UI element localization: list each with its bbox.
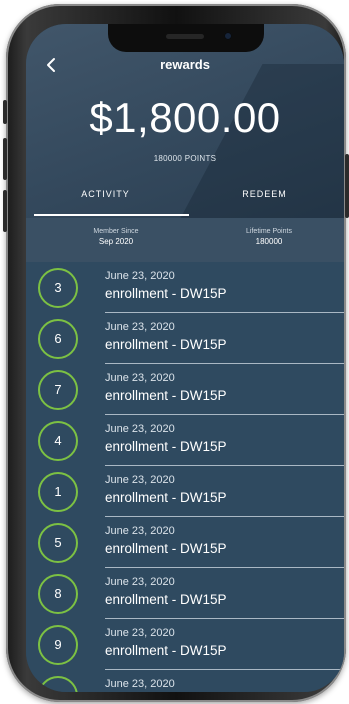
camera-icon bbox=[224, 32, 232, 40]
list-item[interactable]: 4 June 23, 2020 enrollment - DW15P bbox=[26, 415, 344, 466]
mute-switch bbox=[3, 100, 7, 124]
member-since-value: Sep 2020 bbox=[98, 237, 134, 246]
activity-badge: 1 bbox=[38, 472, 78, 512]
speaker-grille bbox=[166, 34, 204, 39]
tab-redeem[interactable]: REDEEM bbox=[185, 189, 344, 217]
rewards-header: rewards $1,800.00 180000 POINTS ACTIVITY… bbox=[26, 24, 344, 284]
list-item[interactable]: 6 June 23, 2020 enrollment - DW15P bbox=[26, 313, 344, 364]
power-button bbox=[345, 154, 349, 218]
activity-badge: 4 bbox=[38, 421, 78, 461]
activity-badge: 8 bbox=[38, 574, 78, 614]
activity-date: June 23, 2020 bbox=[105, 525, 175, 537]
activity-date: June 23, 2020 bbox=[105, 372, 175, 384]
list-item[interactable]: 5 June 23, 2020 enrollment - DW15P bbox=[26, 517, 344, 568]
list-item[interactable]: 8 June 23, 2020 enrollment - DW15P bbox=[26, 568, 344, 619]
volume-down-button bbox=[3, 190, 7, 232]
activity-date: June 23, 2020 bbox=[105, 474, 175, 486]
active-tab-indicator bbox=[34, 214, 189, 216]
lifetime-points-label: Lifetime Points bbox=[246, 228, 292, 235]
activity-description: enrollment - DW15P bbox=[105, 643, 227, 658]
activity-date: June 23, 2020 bbox=[105, 678, 175, 690]
activity-date: June 23, 2020 bbox=[105, 576, 175, 588]
activity-date: June 23, 2020 bbox=[105, 423, 175, 435]
activity-description: enrollment - DW15P bbox=[105, 592, 227, 607]
activity-description: enrollment - DW15P bbox=[105, 337, 227, 352]
app-screen: rewards $1,800.00 180000 POINTS ACTIVITY… bbox=[26, 24, 344, 692]
tab-activity[interactable]: ACTIVITY bbox=[26, 189, 185, 217]
activity-list: 3 June 23, 2020 enrollment - DW15P 6 Jun… bbox=[26, 262, 344, 692]
volume-up-button bbox=[3, 138, 7, 180]
activity-date: June 23, 2020 bbox=[105, 270, 175, 282]
activity-badge: 9 bbox=[38, 625, 78, 665]
rewards-amount: $1,800.00 bbox=[89, 94, 281, 141]
activity-date: June 23, 2020 bbox=[105, 321, 175, 333]
lifetime-points-value: 180000 bbox=[255, 237, 283, 246]
page-title: rewards bbox=[160, 57, 210, 72]
activity-description: enrollment - DW15P bbox=[105, 490, 227, 505]
list-item[interactable]: 7 June 23, 2020 enrollment - DW15P bbox=[26, 364, 344, 415]
phone-frame: rewards $1,800.00 180000 POINTS ACTIVITY… bbox=[3, 4, 349, 702]
list-item[interactable]: June 23, 2020 bbox=[26, 670, 344, 692]
list-item[interactable]: 9 June 23, 2020 enrollment - DW15P bbox=[26, 619, 344, 670]
activity-description: enrollment - DW15P bbox=[105, 388, 227, 403]
list-item[interactable]: 1 June 23, 2020 enrollment - DW15P bbox=[26, 466, 344, 517]
activity-description: enrollment - DW15P bbox=[105, 439, 227, 454]
lifetime-points: Lifetime Points 180000 bbox=[204, 228, 334, 246]
notch bbox=[108, 24, 264, 52]
activity-description: enrollment - DW15P bbox=[105, 286, 227, 301]
member-since-label: Member Since bbox=[93, 228, 139, 235]
points-total: 180000 POINTS bbox=[153, 154, 217, 163]
list-item[interactable]: 3 June 23, 2020 enrollment - DW15P bbox=[26, 262, 344, 313]
member-stats: Member Since Sep 2020 Lifetime Points 18… bbox=[26, 218, 344, 262]
activity-badge: 7 bbox=[38, 370, 78, 410]
activity-date: June 23, 2020 bbox=[105, 627, 175, 639]
member-since: Member Since Sep 2020 bbox=[51, 228, 181, 246]
activity-badge bbox=[38, 676, 78, 692]
activity-badge: 6 bbox=[38, 319, 78, 359]
activity-badge: 3 bbox=[38, 268, 78, 308]
activity-description: enrollment - DW15P bbox=[105, 541, 227, 556]
activity-badge: 5 bbox=[38, 523, 78, 563]
